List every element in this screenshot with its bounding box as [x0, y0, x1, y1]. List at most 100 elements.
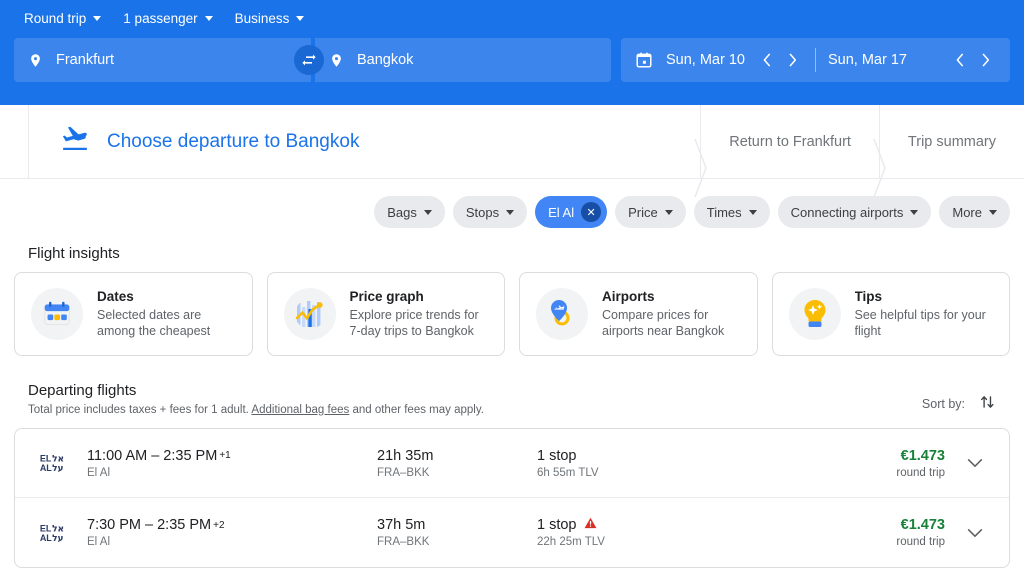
calendar-icon	[31, 288, 83, 340]
svg-text:EL: EL	[40, 523, 52, 533]
swap-button[interactable]	[294, 45, 324, 75]
filter-chip-label: Bags	[387, 204, 417, 220]
insight-card-airports[interactable]: Airports Compare prices for airports nea…	[519, 272, 758, 356]
date-divider	[815, 48, 816, 72]
step-trip-summary: Trip summary	[873, 105, 1024, 197]
filter-chip-label: Price	[628, 204, 658, 220]
filter-chip-price[interactable]: Price	[615, 196, 686, 228]
filter-chip-more[interactable]: More	[939, 196, 1010, 228]
close-icon[interactable]: ✕	[581, 202, 602, 222]
insight-card-title: Price graph	[349, 288, 424, 304]
sort-by-control[interactable]: Sort by:	[922, 393, 996, 414]
departing-flights-heading-group: Departing flights Total price includes t…	[28, 382, 484, 416]
departure-date-prev-button[interactable]	[755, 49, 777, 71]
lightbulb-icon	[788, 288, 841, 340]
insight-card-text: Tips See helpful tips for your flight	[855, 289, 994, 340]
return-date-prev-button[interactable]	[948, 49, 970, 71]
step-label-return: Return to Frankfurt	[729, 133, 851, 150]
filter-chip-airline-elal[interactable]: El Al ✕	[535, 196, 608, 228]
long-layover-warning-icon	[584, 517, 597, 533]
step-choose-departure: Choose departure to Bangkok	[28, 105, 383, 178]
day-offset-badge: +2	[213, 519, 225, 531]
flight-stops-cell: 1 stop 22h 25m TLV	[537, 517, 807, 548]
flight-stops-cell: 1 stop 6h 55m TLV	[537, 448, 807, 479]
departing-flights-header: Departing flights Total price includes t…	[14, 382, 1010, 416]
chevron-down-icon	[296, 15, 305, 21]
flights-list: EL אל AL על 11:00 AM – 2:35 PM +1 El Al 2…	[14, 428, 1010, 568]
destination-input[interactable]: Bangkok	[315, 38, 611, 82]
trip-type-selector[interactable]: Round trip	[14, 5, 111, 32]
flight-duration-cell: 37h 5m FRA–BKK	[377, 517, 537, 548]
chevron-down-icon	[910, 209, 919, 215]
calendar-icon	[635, 51, 653, 69]
airline-logo-elal: EL אל AL על	[31, 520, 87, 546]
chevron-down-icon	[967, 459, 983, 467]
swap-icon	[302, 54, 316, 66]
filter-chip-bags[interactable]: Bags	[374, 196, 445, 228]
insight-card-dates[interactable]: Dates Selected dates are among the cheap…	[14, 272, 253, 356]
chevron-down-icon	[989, 209, 997, 215]
insight-card-tips[interactable]: Tips See helpful tips for your flight	[771, 272, 1010, 356]
flight-times: 7:30 PM – 2:35 PM +2	[87, 517, 377, 533]
svg-text:על: על	[52, 534, 63, 544]
chevron-down-icon	[423, 209, 432, 215]
flight-insights-section: Flight insights Dates Selected dates are…	[0, 245, 1024, 356]
flight-duration: 21h 35m	[377, 447, 434, 464]
departure-date-next-button[interactable]	[781, 49, 803, 71]
filter-chip-label: El Al	[548, 204, 575, 220]
flight-duration: 37h 5m	[377, 517, 426, 533]
svg-text:AL: AL	[40, 463, 52, 473]
flight-price: €1.473	[900, 447, 945, 464]
return-date-next-button[interactable]	[974, 49, 996, 71]
airport-pin-icon	[536, 288, 588, 340]
table-row[interactable]: EL אל AL על 7:30 PM – 2:35 PM +2 El Al 37…	[15, 498, 1009, 567]
step-title-active: Choose departure to Bangkok	[107, 130, 360, 152]
flight-insights-title: Flight insights	[28, 245, 120, 262]
passengers-selector[interactable]: 1 passenger	[113, 5, 222, 32]
insight-card-price-graph[interactable]: Price graph Explore price trends for 7-d…	[266, 272, 505, 356]
additional-bag-fees-link[interactable]: Additional bag fees	[251, 404, 349, 416]
return-date[interactable]: Sun, Mar 17	[828, 52, 944, 68]
insight-card-text: Dates Selected dates are among the cheap…	[97, 289, 236, 340]
chevron-right-icon	[873, 131, 887, 197]
insight-card-subtitle: See helpful tips for your flight	[854, 307, 986, 339]
airline-name: El Al	[87, 536, 111, 548]
filter-chip-connecting-airports[interactable]: Connecting airports	[777, 196, 932, 228]
chevron-down-icon	[204, 15, 213, 21]
step-return-to-frankfurt: Return to Frankfurt	[694, 105, 879, 197]
sort-by-label: Sort by:	[921, 396, 965, 411]
flight-price-cell: €1.473 round trip	[807, 448, 945, 479]
flight-duration-cell: 21h 35m FRA–BKK	[377, 448, 537, 479]
expand-flight-button[interactable]	[959, 447, 991, 479]
origin-input[interactable]: Frankfurt	[14, 38, 311, 82]
airline-logo-elal: EL אל AL על	[31, 450, 87, 476]
svg-text:אל: אל	[52, 524, 64, 534]
flight-stops-value: 1 stop	[537, 517, 577, 533]
dates-group: Sun, Mar 10 Sun, Mar 17	[621, 38, 1010, 82]
flight-price-cell: €1.473 round trip	[807, 517, 945, 548]
filter-chip-stops[interactable]: Stops	[452, 196, 528, 228]
flight-times-cell: 7:30 PM – 2:35 PM +2 El Al	[87, 517, 377, 548]
flight-stops-value: 1 stop	[537, 447, 577, 464]
step-label-summary: Trip summary	[907, 133, 996, 150]
flight-route: FRA–BKK	[377, 466, 430, 479]
chevron-down-icon	[967, 528, 983, 537]
flight-times-value: 7:30 PM – 2:35 PM	[87, 517, 212, 533]
flight-times-cell: 11:00 AM – 2:35 PM +1 El Al	[87, 448, 377, 479]
filter-chip-label: Stops	[465, 204, 500, 220]
flight-stops: 1 stop	[537, 517, 807, 533]
departure-date[interactable]: Sun, Mar 10	[666, 52, 751, 68]
chevron-right-icon	[694, 131, 708, 197]
location-pin-icon	[329, 51, 344, 70]
cabin-class-selector[interactable]: Business	[225, 5, 315, 32]
booking-steps-bar: Choose departure to Bangkok Return to Fr…	[0, 105, 1024, 197]
insight-card-title: Airports	[602, 288, 655, 304]
passengers-label: 1 passenger	[123, 10, 198, 26]
origin-value: Frankfurt	[56, 52, 115, 68]
table-row[interactable]: EL אל AL על 11:00 AM – 2:35 PM +1 El Al 2…	[15, 429, 1009, 498]
places-group: Frankfurt Bangkok	[14, 38, 611, 82]
note-text-after: and other fees may apply.	[349, 404, 484, 416]
return-date-block: Sun, Mar 17	[828, 38, 996, 82]
note-text-before: Total price includes taxes + fees for 1 …	[28, 404, 252, 416]
expand-flight-button[interactable]	[959, 517, 991, 549]
